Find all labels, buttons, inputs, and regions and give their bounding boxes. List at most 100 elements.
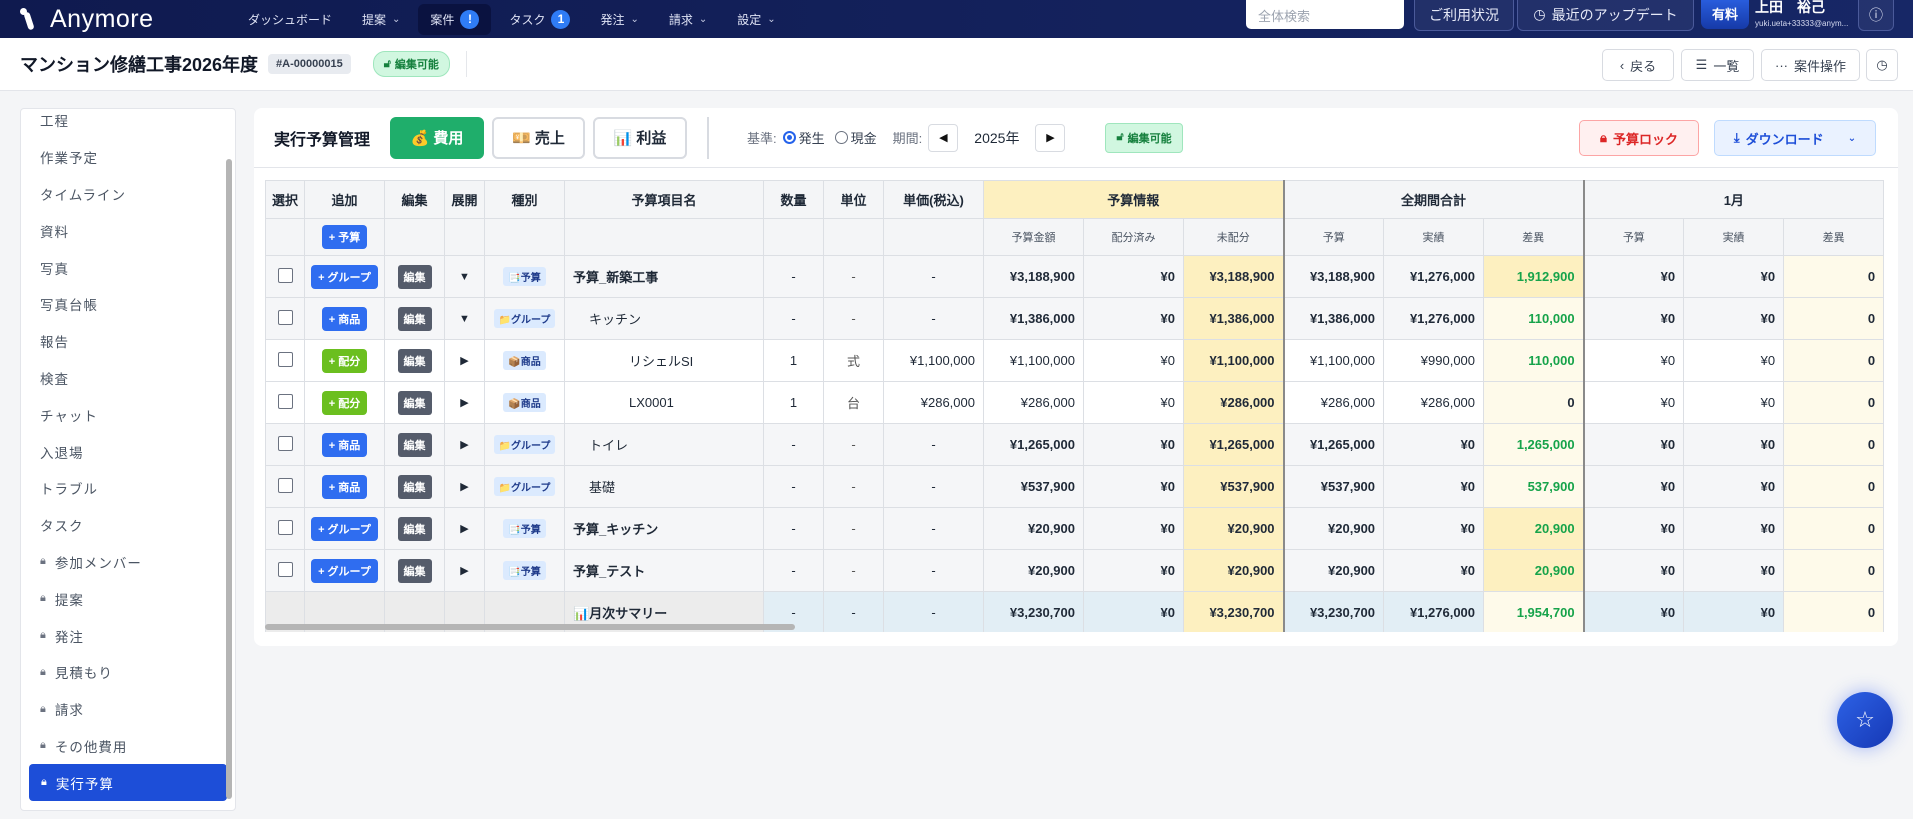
add-child-button[interactable]: + 商品 [321, 306, 368, 331]
edit-button[interactable]: 編集 [397, 474, 432, 499]
item-price: - [883, 549, 984, 592]
nav-item[interactable]: ダッシュボード [236, 5, 344, 34]
recent-updates-button[interactable]: ◷ 最近のアップデート [1517, 0, 1694, 31]
row-checkbox[interactable] [277, 393, 293, 409]
download-button[interactable]: ⤓ ダウンロード ⌄ [1714, 120, 1876, 156]
add-child-button[interactable]: + グループ [311, 516, 378, 541]
summary-value: ¥3,230,700 [1282, 591, 1385, 632]
add-cell: + グループ [304, 507, 385, 550]
add-budget-button[interactable]: + 予算 [321, 225, 368, 249]
usage-button[interactable]: ご利用状況 [1414, 0, 1514, 31]
lock-icon: 🔒︎ [40, 665, 47, 678]
sidebar-item[interactable]: 作業予定 [21, 139, 235, 176]
value-cell: ¥286,000 [1282, 381, 1385, 424]
nav-item[interactable]: 案件! [418, 3, 492, 35]
sidebar-item[interactable]: 工程 [21, 109, 235, 139]
nav-item[interactable]: 請求 ⌄ [657, 5, 719, 34]
history-button[interactable]: ◷ [1866, 49, 1898, 81]
sidebar-item[interactable]: タスク [21, 507, 235, 544]
row-checkbox[interactable] [277, 477, 293, 493]
add-child-button[interactable]: + グループ [311, 264, 378, 289]
tab-profit[interactable]: 📊 利益 [593, 116, 688, 159]
favorite-button[interactable]: ☆ [1837, 692, 1893, 748]
nav-item[interactable]: 設定 ⌄ [725, 5, 787, 34]
edit-button[interactable]: 編集 [397, 264, 432, 289]
edit-button[interactable]: 編集 [397, 558, 432, 583]
edit-button[interactable]: 編集 [397, 306, 432, 331]
expand-toggle[interactable]: ▶ [444, 549, 485, 592]
sidebar-item[interactable]: 🔒︎ 見積もり [21, 654, 235, 691]
period-label: 期間: [892, 131, 923, 146]
edit-button[interactable]: 編集 [397, 348, 432, 373]
edit-button[interactable]: 編集 [397, 390, 432, 415]
basis-radio-accrual[interactable]: 発生 [782, 128, 825, 147]
value-cell: ¥537,900 [983, 465, 1084, 508]
row-checkbox[interactable] [277, 351, 293, 367]
user-menu[interactable]: 上田 裕己 yuki.ueta+33333@anym... [1755, 0, 1848, 28]
edit-button[interactable]: 編集 [397, 432, 432, 457]
nav-item[interactable]: 提案 ⌄ [350, 5, 412, 34]
budget-lock-button[interactable]: 🔒︎ 予算ロック [1579, 120, 1699, 156]
tab-sales[interactable]: 💴 売上 [492, 116, 586, 159]
year-label: 2025年 [974, 129, 1020, 146]
tab-cost[interactable]: 💰 費用 [390, 116, 485, 159]
item-qty: - [763, 465, 824, 508]
expand-toggle[interactable]: ▶ [444, 339, 485, 382]
expand-toggle[interactable]: ▶ [444, 381, 485, 424]
brand-logo[interactable]: Anymore [20, 5, 220, 34]
plan-badge[interactable]: 有料 [1701, 0, 1749, 29]
item-name: トイレ [564, 423, 764, 466]
sidebar-item[interactable]: 写真台帳 [21, 286, 235, 323]
add-child-button[interactable]: + 配分 [321, 348, 368, 373]
add-child-button[interactable]: + 配分 [321, 390, 368, 415]
sidebar-item[interactable]: 報告 [21, 323, 235, 360]
row-checkbox[interactable] [277, 561, 293, 577]
sidebar-item[interactable]: 資料 [21, 212, 235, 249]
sidebar-item[interactable]: 🔒︎ 発注 [21, 617, 235, 654]
row-checkbox[interactable] [277, 519, 293, 535]
sidebar-item[interactable]: 🔒︎ 請求 [21, 691, 235, 728]
sidebar-item[interactable]: トラブル [21, 470, 235, 507]
list-button[interactable]: ☰ 一覧 [1681, 49, 1754, 81]
collapse-toggle[interactable]: ▼ [444, 297, 485, 340]
sidebar-item[interactable]: タイムライン [21, 176, 235, 213]
sidebar-item[interactable]: 🔒︎ 提案 [21, 580, 235, 617]
radio-icon [834, 131, 848, 144]
edit-button[interactable]: 編集 [397, 516, 432, 541]
package-icon: 📦 [508, 399, 521, 410]
sidebar-scrollbar[interactable] [226, 159, 232, 799]
expand-toggle[interactable]: ▶ [444, 465, 485, 508]
nav-item[interactable]: タスク 1 [497, 4, 582, 35]
sidebar-item[interactable]: 入退場 [21, 433, 235, 470]
sidebar-item[interactable]: 写真 [21, 249, 235, 286]
sidebar-item[interactable]: 検査 [21, 360, 235, 397]
expand-toggle[interactable]: ▶ [444, 423, 485, 466]
prev-year-button[interactable]: ◀ [928, 123, 959, 152]
value-cell: ¥1,386,000 [1182, 297, 1285, 340]
row-checkbox[interactable] [277, 309, 293, 325]
project-actions-button[interactable]: ··· 案件操作 [1761, 49, 1860, 81]
sidebar-item[interactable]: 🔒︎ 実行予算 [29, 764, 227, 802]
sidebar-item[interactable]: チャット [21, 396, 235, 433]
collapse-toggle[interactable]: ▼ [444, 255, 485, 298]
nav-item[interactable]: 発注 ⌄ [588, 5, 650, 34]
info-button[interactable]: ⓘ [1858, 0, 1894, 31]
horizontal-scrollbar[interactable] [265, 624, 795, 630]
basis-radio-cash[interactable]: 現金 [834, 128, 877, 147]
back-button[interactable]: ‹ 戻る [1602, 49, 1674, 81]
row-checkbox[interactable] [277, 435, 293, 451]
add-child-button[interactable]: + グループ [311, 558, 378, 583]
global-search-input[interactable]: 全体検索 [1246, 0, 1404, 29]
sidebar-item-label: 工程 [40, 114, 69, 130]
add-child-button[interactable]: + 商品 [321, 474, 368, 499]
caret-right-icon: ▶ [460, 523, 469, 535]
brand-name: Anymore [50, 4, 154, 33]
next-year-button[interactable]: ▶ [1035, 123, 1066, 152]
sidebar-item[interactable]: 🔒︎ 参加メンバー [21, 544, 235, 581]
expand-toggle[interactable]: ▶ [444, 507, 485, 550]
add-child-button[interactable]: + 商品 [321, 432, 368, 457]
package-icon: 📦 [508, 357, 521, 368]
row-checkbox[interactable] [277, 267, 293, 283]
subheader-cell [883, 218, 984, 256]
sidebar-item[interactable]: 🔒︎ その他費用 [21, 728, 235, 765]
